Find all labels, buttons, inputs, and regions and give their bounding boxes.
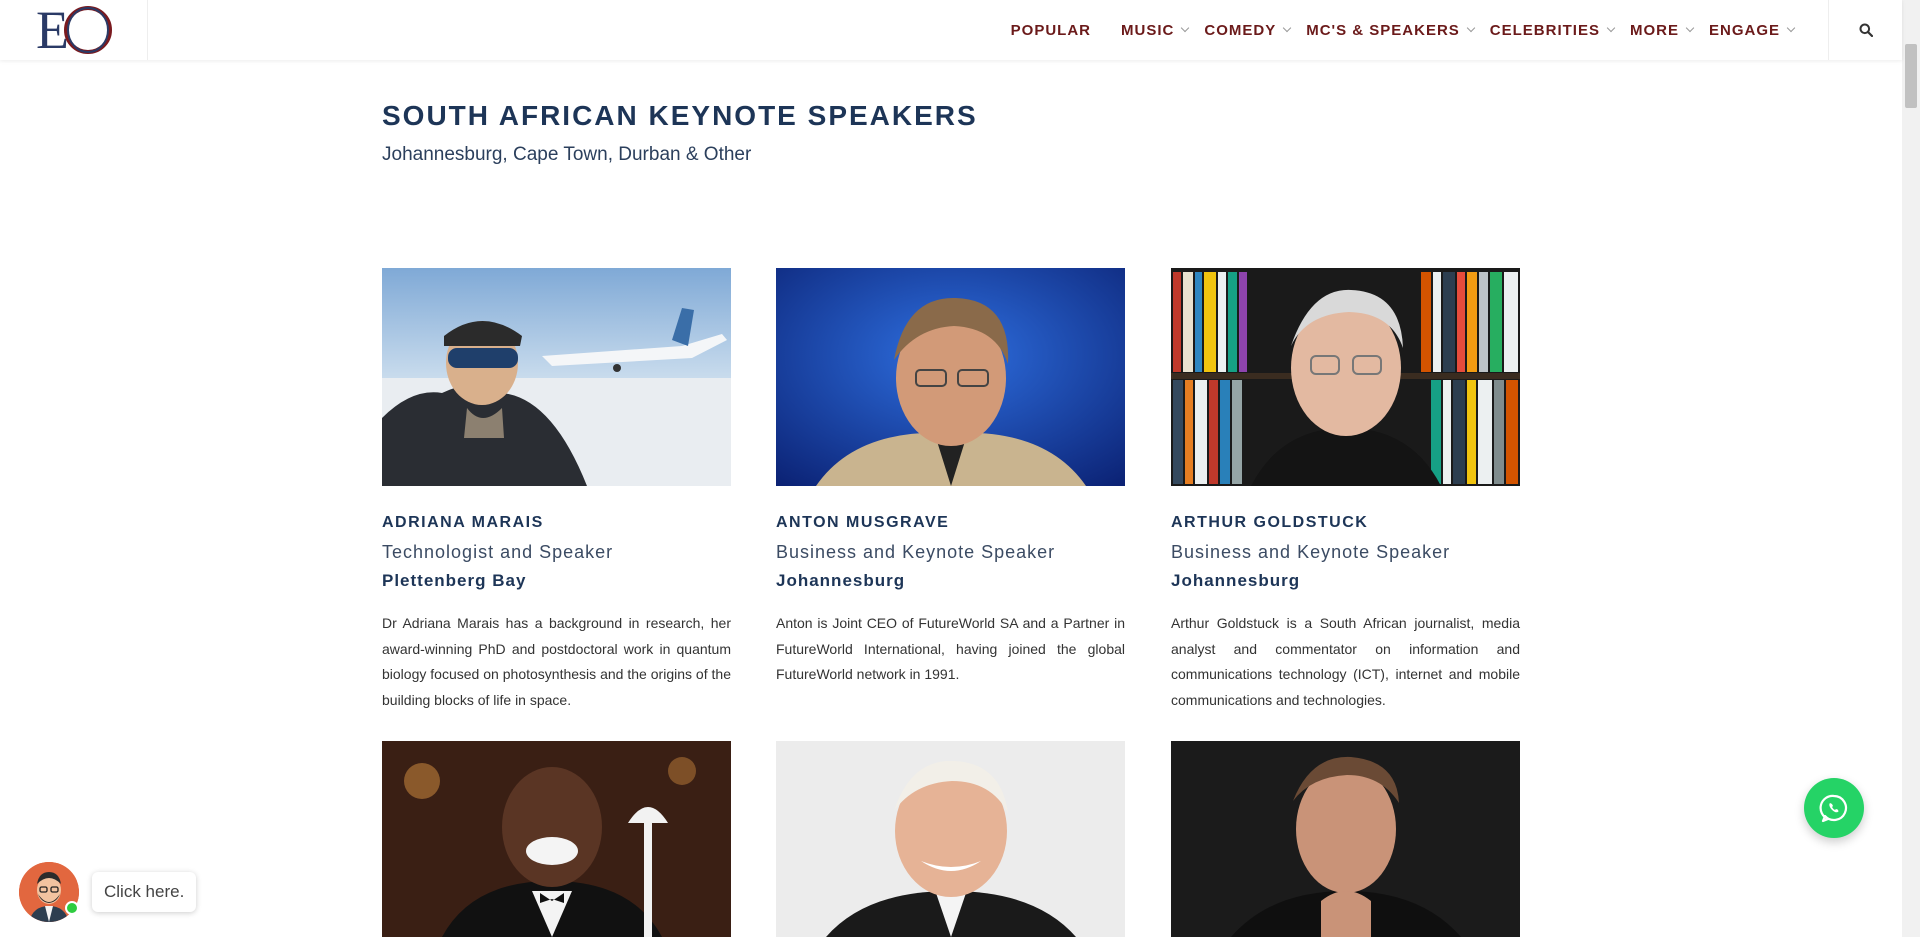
speaker-photo[interactable] — [776, 268, 1125, 486]
speaker-photo[interactable] — [382, 741, 731, 937]
search-icon — [1859, 23, 1873, 37]
nav-music-label: MUSIC — [1121, 21, 1175, 39]
speaker-photo[interactable] — [1171, 268, 1520, 486]
chat-bubble[interactable]: Click here. — [92, 872, 197, 912]
nav-engage-label: ENGAGE — [1708, 21, 1780, 39]
chevron-down-icon — [1466, 23, 1476, 33]
speaker-photo[interactable] — [776, 741, 1125, 937]
speaker-card[interactable]: ARTHUR GOLDSTUCK Business and Keynote Sp… — [1171, 268, 1520, 713]
speaker-card[interactable] — [1171, 741, 1520, 937]
speaker-location: Johannesburg — [776, 571, 906, 590]
chevron-down-icon — [1685, 23, 1695, 33]
nav-mcs-speakers[interactable]: MC'S & SPEAKERS — [1298, 22, 1482, 39]
page-scrollbar[interactable] — [1902, 0, 1920, 937]
whatsapp-icon — [1819, 794, 1848, 823]
page-subtitle: Johannesburg, Cape Town, Durban & Other — [382, 144, 752, 165]
speaker-card[interactable]: ANTON MUSGRAVE Business and Keynote Spea… — [776, 268, 1125, 688]
chevron-down-icon — [1786, 23, 1796, 33]
nav-music[interactable]: MUSIC — [1113, 22, 1196, 39]
speaker-name[interactable]: ANTON MUSGRAVE — [776, 514, 1125, 532]
speaker-card[interactable]: ADRIANA MARAIS Technologist and Speaker … — [382, 268, 731, 713]
online-status-dot — [65, 901, 79, 915]
speaker-role: Technologist and Speaker — [382, 542, 614, 562]
eo-logo[interactable]: E — [36, 2, 116, 56]
nav-engage[interactable]: ENGAGE — [1701, 22, 1802, 39]
speaker-photo[interactable] — [1171, 741, 1520, 937]
site-header: E POPULAR MUSIC COMEDY MC'S & SPEAKERS C… — [0, 0, 1902, 60]
nav-popular-label: POPULAR — [1010, 21, 1092, 39]
nav-celebrities-label: CELEBRITIES — [1489, 21, 1600, 39]
nav-more[interactable]: MORE — [1622, 22, 1701, 39]
speaker-role: Business and Keynote Speaker — [776, 542, 1056, 562]
speaker-description: Dr Adriana Marais has a background in re… — [382, 615, 731, 708]
whatsapp-button[interactable] — [1804, 778, 1864, 838]
main-nav: POPULAR MUSIC COMEDY MC'S & SPEAKERS CEL… — [1003, 0, 1802, 60]
chevron-down-icon — [1181, 23, 1190, 33]
nav-popular[interactable]: POPULAR — [1003, 22, 1099, 39]
speaker-description: Arthur Goldstuck is a South African jour… — [1171, 615, 1520, 708]
speaker-location: Plettenberg Bay — [382, 571, 527, 590]
nav-celebrities[interactable]: CELEBRITIES — [1482, 22, 1622, 39]
chat-bubble-text: Click here. — [104, 882, 185, 901]
nav-comedy[interactable]: COMEDY — [1196, 22, 1298, 39]
speaker-description: Anton is Joint CEO of FutureWorld SA and… — [776, 615, 1125, 682]
speaker-card[interactable] — [776, 741, 1125, 937]
speaker-role: Business and Keynote Speaker — [1171, 542, 1451, 562]
speaker-name[interactable]: ARTHUR GOLDSTUCK — [1171, 514, 1520, 532]
nav-mcs-speakers-label: MC'S & SPEAKERS — [1306, 21, 1460, 39]
speaker-card[interactable] — [382, 741, 731, 937]
search-button[interactable] — [1828, 0, 1902, 60]
scrollbar-thumb[interactable] — [1905, 44, 1917, 108]
nav-comedy-label: COMEDY — [1204, 21, 1277, 39]
svg-text:E: E — [36, 2, 67, 56]
logo-container[interactable]: E — [0, 0, 148, 60]
nav-more-label: MORE — [1629, 21, 1679, 39]
chevron-down-icon — [1606, 23, 1616, 33]
speaker-location: Johannesburg — [1171, 571, 1301, 590]
speaker-photo[interactable] — [382, 268, 731, 486]
speaker-name[interactable]: ADRIANA MARAIS — [382, 514, 731, 532]
chevron-down-icon — [1282, 23, 1292, 33]
page-title: SOUTH AFRICAN KEYNOTE SPEAKERS — [382, 100, 978, 131]
